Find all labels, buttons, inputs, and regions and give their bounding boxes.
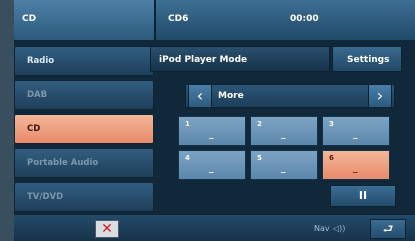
sidebar-item-radio[interactable]: Radio xyxy=(14,46,154,76)
sidebar-item-cd[interactable]: CD xyxy=(14,114,154,144)
settings-button[interactable]: Settings xyxy=(332,46,402,72)
preset-value: _ xyxy=(353,130,358,140)
sidebar-item-label: DAB xyxy=(27,90,48,100)
source-title-panel: CD xyxy=(14,0,156,40)
preset-button-2[interactable]: 2 _ xyxy=(250,116,318,146)
preset-button-5[interactable]: 5 _ xyxy=(250,150,318,180)
sidebar-item-label: TV/DVD xyxy=(27,192,64,202)
preset-button-1[interactable]: 1 _ xyxy=(178,116,246,146)
preset-number: 4 xyxy=(185,154,190,162)
close-icon[interactable]: ✕ xyxy=(95,220,119,238)
preset-number: 6 xyxy=(329,154,334,162)
preset-value: _ xyxy=(209,130,214,140)
chevron-right-icon[interactable]: › xyxy=(368,84,392,108)
preset-value: _ xyxy=(281,164,286,174)
sidebar-item-label: Portable Audio xyxy=(27,158,99,168)
browse-label: More xyxy=(218,91,244,101)
preset-value: _ xyxy=(281,130,286,140)
back-arrow-icon[interactable]: ⮐ xyxy=(370,219,406,239)
sidebar-item-dab[interactable]: DAB xyxy=(14,80,154,110)
mode-bar[interactable]: iPod Player Mode xyxy=(150,46,330,72)
infotainment-screen: CD CD6 00:00 Radio DAB CD Portable Audio… xyxy=(0,0,415,241)
track-label: CD6 xyxy=(168,14,189,24)
sidebar-item-tv-dvd[interactable]: TV/DVD xyxy=(14,182,154,212)
sidebar-item-label: Radio xyxy=(27,56,55,66)
pause-button[interactable]: II xyxy=(330,185,396,207)
preset-value: _ xyxy=(353,164,358,174)
chevron-left-icon[interactable]: ‹ xyxy=(188,84,212,108)
browse-bar[interactable]: More xyxy=(185,84,395,108)
preset-number: 3 xyxy=(329,120,334,128)
mode-title: iPod Player Mode xyxy=(159,55,248,65)
preset-number: 5 xyxy=(257,154,262,162)
bezel-edge xyxy=(0,0,14,241)
preset-button-4[interactable]: 4 _ xyxy=(178,150,246,180)
preset-button-6[interactable]: 6 _ xyxy=(322,150,390,180)
sidebar-item-portable-audio[interactable]: Portable Audio xyxy=(14,148,154,178)
settings-label: Settings xyxy=(347,55,390,65)
bottom-bar xyxy=(14,215,415,241)
nav-label[interactable]: Nav xyxy=(314,224,330,233)
time-display: 00:00 xyxy=(290,14,319,24)
volume-icon[interactable]: ◁)) xyxy=(333,224,345,233)
preset-number: 2 xyxy=(257,120,262,128)
preset-number: 1 xyxy=(185,120,190,128)
sidebar-item-label: CD xyxy=(27,124,41,134)
source-title: CD xyxy=(22,14,37,24)
preset-value: _ xyxy=(209,164,214,174)
preset-button-3[interactable]: 3 _ xyxy=(322,116,390,146)
